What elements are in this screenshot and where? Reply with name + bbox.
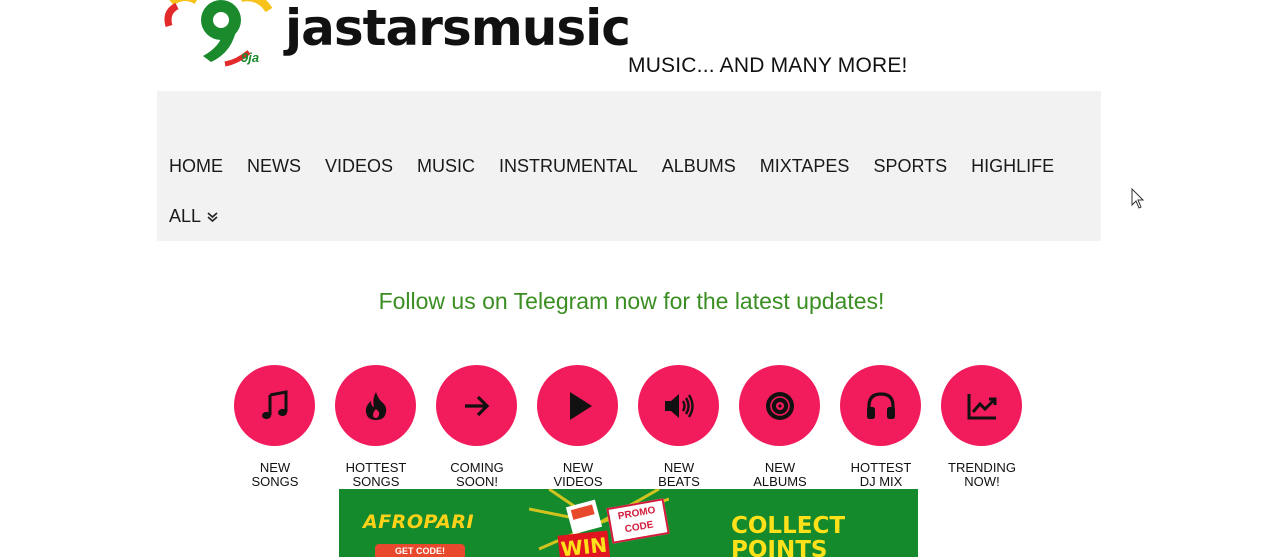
ad-banner[interactable]: AFROPARI GET CODE! PROMO CODE WIN COLLEC… [339, 489, 918, 557]
nav-item-home[interactable]: HOME [169, 156, 223, 177]
logo-mark-icon [164, 0, 273, 67]
site-name: jastarsmusic [285, 0, 631, 57]
record-icon [765, 391, 794, 420]
category-button[interactable] [537, 365, 618, 446]
category-new-albums[interactable]: NEW ALBUMS [739, 365, 821, 489]
category-label: COMING SOON! [450, 460, 504, 489]
category-button[interactable] [840, 365, 921, 446]
category-trending-now[interactable]: TRENDING NOW! [941, 365, 1023, 489]
category-new-beats[interactable]: NEW BEATS [638, 365, 720, 489]
nav-item-all-dropdown[interactable]: ALL [169, 206, 218, 227]
category-label: NEW BEATS [658, 460, 700, 489]
category-button[interactable] [436, 365, 517, 446]
nav-item-news[interactable]: NEWS [247, 156, 301, 177]
logo-mark-label: 9ja [241, 50, 260, 65]
nav-item-highlife[interactable]: HIGHLIFE [971, 156, 1054, 177]
music-note-icon [261, 389, 287, 419]
category-coming-soon[interactable]: COMING SOON! [436, 365, 518, 489]
category-label: HOTTEST DJ MIX [850, 460, 912, 489]
headphones-icon [866, 391, 895, 419]
speaker-icon [664, 393, 694, 418]
nav-row: HOME NEWS VIDEOS MUSIC INSTRUMENTAL ALBU… [169, 156, 1078, 177]
nav-item-sports[interactable]: SPORTS [873, 156, 947, 177]
category-button[interactable] [941, 365, 1022, 446]
mouse-cursor-icon [1131, 188, 1145, 209]
telegram-link[interactable]: Follow us on Telegram now for the latest… [0, 288, 1263, 315]
category-label: TRENDING NOW! [948, 460, 1016, 489]
category-button[interactable] [234, 365, 315, 446]
ad-brand: AFROPARI [363, 511, 475, 533]
play-icon [569, 391, 592, 420]
nav-item-music[interactable]: MUSIC [417, 156, 475, 177]
nav-all-label: ALL [169, 206, 202, 226]
ad-headline: COLLECT POINTS [731, 513, 846, 557]
category-label: NEW ALBUMS [753, 460, 807, 489]
site-tagline: MUSIC... AND MANY MORE! [628, 54, 908, 77]
ad-win-badge: WIN [557, 530, 611, 557]
nav-item-mixtapes[interactable]: MIXTAPES [760, 156, 850, 177]
category-hottest-dj-mix[interactable]: HOTTEST DJ MIX [840, 365, 922, 489]
chart-icon [967, 393, 996, 419]
category-hottest-songs[interactable]: HOTTEST SONGS [335, 365, 417, 489]
nav-item-instrumental[interactable]: INSTRUMENTAL [499, 156, 638, 177]
category-new-songs[interactable]: NEW SONGS [234, 365, 316, 489]
site-logo[interactable]: 9ja jastarsmusic [163, 0, 643, 70]
nav-item-videos[interactable]: VIDEOS [325, 156, 393, 177]
category-shortcuts: NEW SONGS HOTTEST SONGS COMING SOON! NEW VID… [234, 365, 1034, 495]
main-navigation: HOME NEWS VIDEOS MUSIC INSTRUMENTAL ALBU… [157, 91, 1101, 241]
category-label: NEW VIDEOS [553, 460, 603, 489]
category-button[interactable] [638, 365, 719, 446]
category-new-videos[interactable]: NEW VIDEOS [537, 365, 619, 489]
category-button[interactable] [739, 365, 820, 446]
nav-item-albums[interactable]: ALBUMS [662, 156, 736, 177]
arrow-right-icon [464, 395, 489, 416]
category-label: HOTTEST SONGS [345, 460, 407, 489]
double-chevron-down-icon [207, 211, 218, 222]
category-label: NEW SONGS [251, 460, 299, 489]
fire-icon [365, 391, 386, 420]
ad-get-code-button[interactable]: GET CODE! [375, 544, 465, 557]
category-button[interactable] [335, 365, 416, 446]
